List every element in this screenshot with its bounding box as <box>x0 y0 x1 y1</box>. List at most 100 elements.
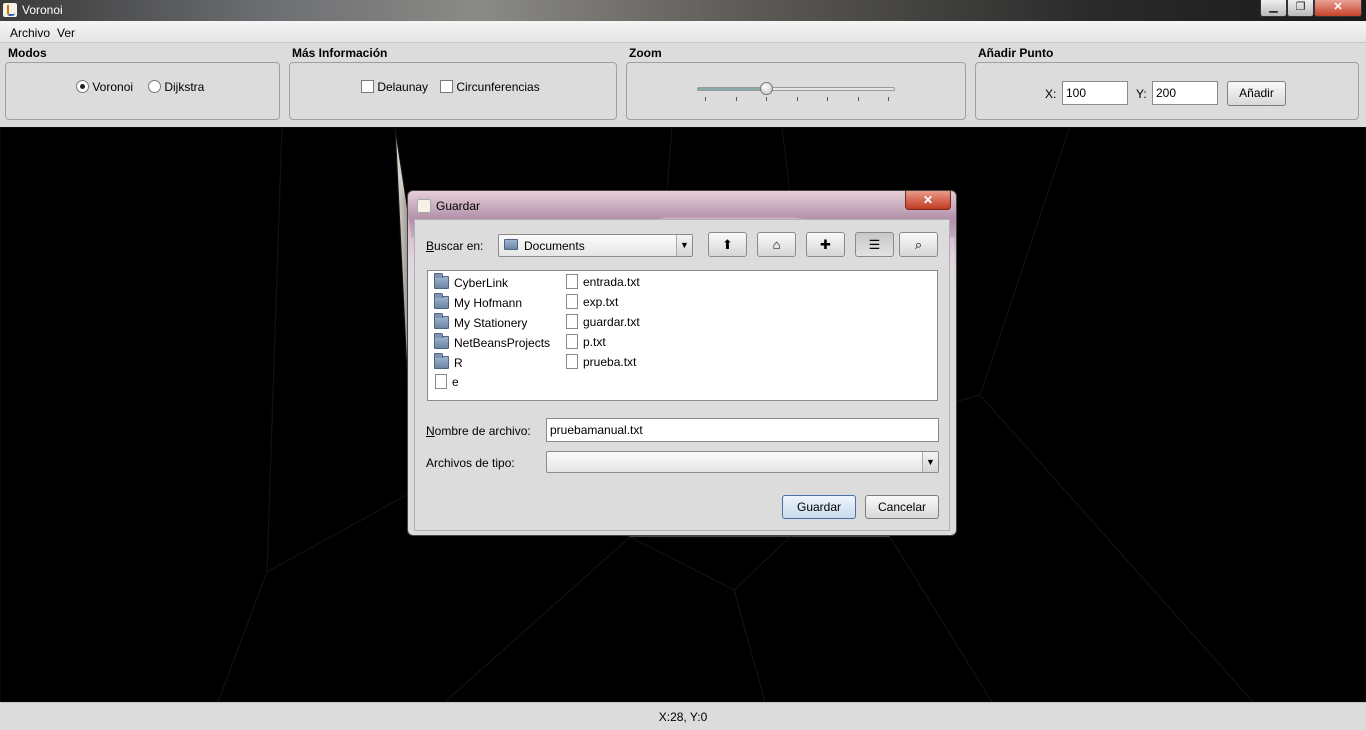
look-in-mnemonic: B <box>426 239 435 253</box>
y-label: Y: <box>1136 87 1147 101</box>
java-app-icon <box>3 3 17 17</box>
title-bar: Voronoi ▁ ❐ ✕ <box>0 0 1366 21</box>
file-name: prueba.txt <box>583 354 637 369</box>
zoom-tick <box>705 97 706 101</box>
y-input[interactable] <box>1152 81 1218 105</box>
folder-name: R <box>454 355 463 370</box>
file-icon <box>566 334 578 350</box>
list-item[interactable]: e <box>435 374 459 392</box>
radio-unselected-icon <box>148 80 161 94</box>
folder-name: My Hofmann <box>454 295 523 310</box>
file-name: exp.txt <box>583 294 619 309</box>
circunferencias-label: Circunferencias <box>456 79 540 94</box>
window-title: Voronoi <box>22 3 63 17</box>
menu-ver[interactable]: Ver <box>57 26 75 40</box>
site-point <box>114 361 126 373</box>
cursor-coordinates: X:28, Y:0 <box>658 710 708 724</box>
list-view-icon: ☰ <box>868 237 881 252</box>
file-list[interactable]: CyberLink My Hofmann My Stationery NetBe… <box>427 270 938 401</box>
voronoi-radio[interactable]: Voronoi <box>76 79 133 94</box>
folder-icon <box>434 353 449 370</box>
new-folder-button[interactable]: ✚ <box>806 232 845 257</box>
add-point-button[interactable]: Añadir <box>1227 81 1286 106</box>
maximize-button[interactable]: ❐ <box>1287 0 1314 17</box>
x-input[interactable] <box>1062 81 1128 105</box>
folder-name: NetBeansProjects <box>454 335 551 350</box>
file-name: p.txt <box>583 334 606 349</box>
zoom-slider-fill <box>698 88 768 90</box>
chevron-down-icon: ▼ <box>676 235 692 256</box>
checkbox-icon <box>361 80 374 94</box>
zoom-tick <box>827 97 828 101</box>
file-icon <box>566 314 578 330</box>
zoom-tick <box>857 97 859 101</box>
details-view-button[interactable]: ⌕ <box>899 232 938 257</box>
zoom-tick <box>735 97 737 101</box>
details-view-icon: ⌕ <box>914 237 923 252</box>
filetype-combo[interactable]: ▼ <box>546 451 939 473</box>
info-title: Más Información <box>292 46 388 60</box>
file-name: guardar.txt <box>583 314 640 329</box>
file-icon <box>435 374 447 390</box>
dialog-body: Buscar en: Documents ▼ ⬆ ⌂ ✚ ☰ ⌕ CyberLi… <box>414 219 950 531</box>
look-in-value: Documents <box>524 239 585 253</box>
list-item[interactable]: CyberLink <box>434 273 508 293</box>
list-item[interactable]: prueba.txt <box>566 354 636 372</box>
folder-icon <box>434 293 449 310</box>
chevron-down-icon: ▼ <box>922 452 938 472</box>
site-point <box>631 645 643 657</box>
look-in-label: Buscar en: <box>426 239 483 253</box>
new-folder-icon: ✚ <box>820 237 831 252</box>
list-item[interactable]: p.txt <box>566 334 606 352</box>
menu-archivo[interactable]: Archivo <box>10 26 50 40</box>
checkbox-icon <box>440 80 453 94</box>
list-item[interactable]: entrada.txt <box>566 274 640 292</box>
list-item[interactable]: My Hofmann <box>434 293 523 313</box>
circunferencias-checkbox[interactable]: Circunferencias <box>440 79 540 94</box>
filename-mnemonic: N <box>426 424 435 438</box>
folder-icon <box>504 239 518 253</box>
filename-label-text: ombre de archivo: <box>434 424 531 438</box>
delaunay-checkbox[interactable]: Delaunay <box>361 79 428 94</box>
zoom-tick <box>888 97 889 101</box>
save-button[interactable]: Guardar <box>782 495 856 519</box>
folder-icon <box>434 333 449 350</box>
status-bar: X:28, Y:0 <box>0 702 1366 730</box>
save-dialog: Guardar ✕ Buscar en: Documents ▼ ⬆ ⌂ ✚ ☰… <box>407 190 957 536</box>
filename-input[interactable] <box>546 418 939 442</box>
x-label: X: <box>1045 87 1057 101</box>
filename-label: Nombre de archivo: <box>426 424 531 438</box>
list-view-button[interactable]: ☰ <box>855 232 894 257</box>
java-app-icon <box>417 199 431 213</box>
zoom-tick <box>766 97 767 101</box>
up-folder-icon: ⬆ <box>722 237 733 252</box>
filetype-label: Archivos de tipo: <box>426 456 515 470</box>
close-button[interactable]: ✕ <box>1314 0 1362 17</box>
folder-name: My Stationery <box>454 315 528 330</box>
dijkstra-radio[interactable]: Dijkstra <box>148 79 204 94</box>
voronoi-label: Voronoi <box>92 79 134 94</box>
modes-title: Modos <box>8 46 47 60</box>
up-folder-button[interactable]: ⬆ <box>708 232 747 257</box>
modes-group <box>5 62 280 120</box>
dialog-close-button[interactable]: ✕ <box>905 191 951 210</box>
list-item[interactable]: My Stationery <box>434 313 528 333</box>
list-item[interactable]: R <box>434 353 463 373</box>
file-name: e <box>452 374 459 389</box>
menu-bar: Archivo Ver <box>0 21 1366 43</box>
zoom-slider-track[interactable] <box>697 87 895 91</box>
list-item[interactable]: exp.txt <box>566 294 618 312</box>
radio-selected-icon <box>76 80 89 94</box>
look-in-combo[interactable]: Documents ▼ <box>498 234 693 257</box>
home-button[interactable]: ⌂ <box>757 232 796 257</box>
list-item[interactable]: guardar.txt <box>566 314 640 332</box>
minimize-button[interactable]: ▁ <box>1260 0 1287 17</box>
file-icon <box>566 354 578 370</box>
control-panel: Modos Voronoi Dijkstra Más Información D… <box>0 43 1366 127</box>
look-in-label-text: uscar en: <box>434 239 484 253</box>
zoom-tick <box>796 97 798 101</box>
folder-icon <box>434 273 449 290</box>
cancel-button[interactable]: Cancelar <box>865 495 939 519</box>
list-item[interactable]: NetBeansProjects <box>434 333 551 353</box>
dialog-title: Guardar <box>436 199 481 213</box>
